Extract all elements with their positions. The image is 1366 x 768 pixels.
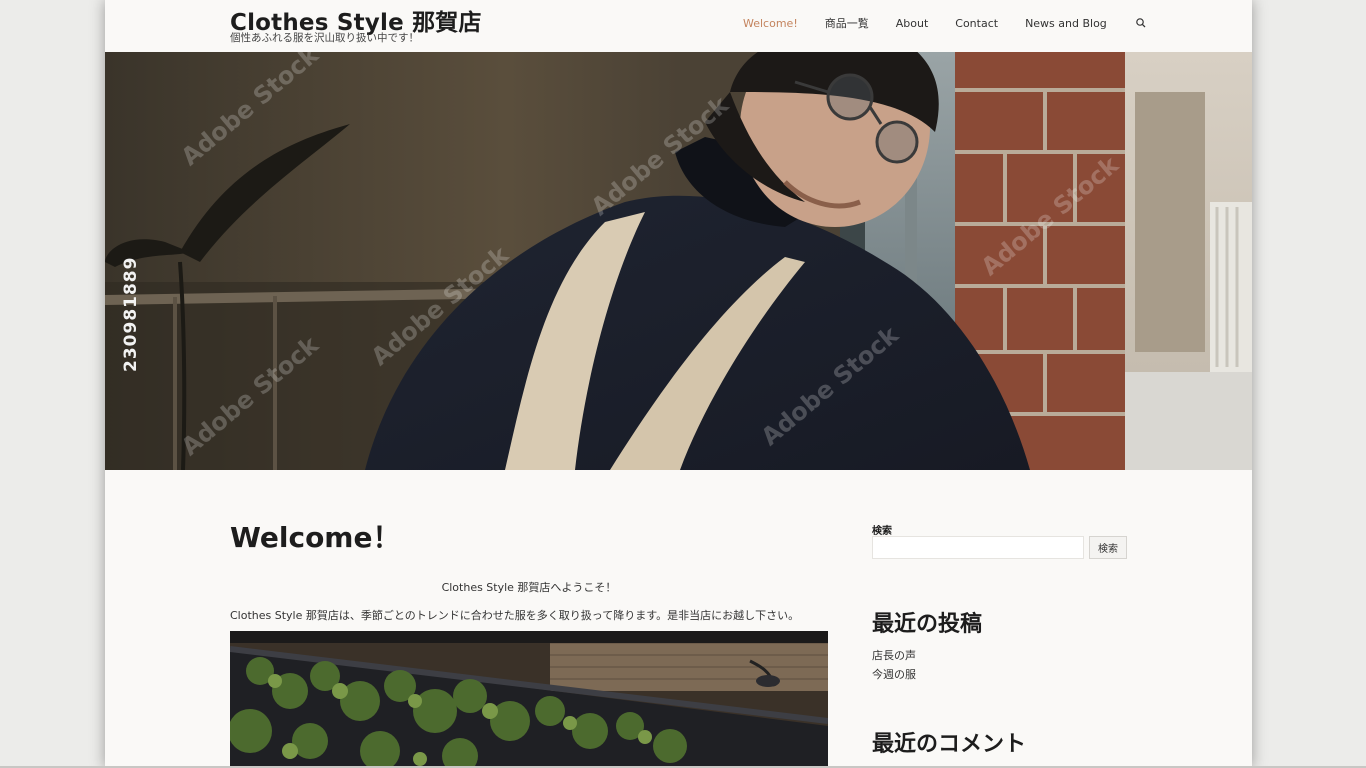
site-tagline: 個性あふれる服を沢山取り扱い中です！: [230, 32, 419, 44]
sidebar-search-button[interactable]: 検索: [1089, 536, 1127, 559]
site-header: Clothes Style 那賀店 個性あふれる服を沢山取り扱い中です！ Wel…: [105, 0, 1252, 52]
sidebar-search-input[interactable]: [872, 536, 1084, 559]
welcome-body: Clothes Style 那賀店は、季節ごとのトレンドに合わせた服を多く取り扱…: [230, 609, 800, 622]
sidebar-search-label: 検索: [872, 526, 892, 537]
recent-post-link[interactable]: 今週の服: [872, 666, 916, 682]
recent-post-link[interactable]: 店長の声: [872, 647, 916, 663]
nav-item-news-blog[interactable]: News and Blog: [1025, 17, 1107, 30]
stock-id: 230981889: [121, 256, 141, 372]
hero-image: Adobe Stock Adobe Stock Adobe Stock Adob…: [105, 52, 1252, 470]
recent-comments-heading: 最近のコメント: [872, 732, 1027, 757]
search-icon[interactable]: [1135, 17, 1147, 29]
nav-item-welcome[interactable]: Welcome!: [743, 17, 798, 30]
store-photo: [230, 631, 828, 768]
nav-item-contact[interactable]: Contact: [955, 17, 998, 30]
page: Clothes Style 那賀店 個性あふれる服を沢山取り扱い中です！ Wel…: [105, 0, 1252, 768]
welcome-intro: Clothes Style 那賀店へようこそ！: [441, 581, 617, 594]
nav-item-products[interactable]: 商品一覧: [825, 15, 869, 31]
main-nav: Welcome! 商品一覧 About Contact News and Blo…: [743, 16, 1147, 30]
page-title: Welcome！: [230, 521, 401, 554]
recent-posts-heading: 最近の投稿: [872, 612, 983, 637]
nav-item-about[interactable]: About: [896, 17, 929, 30]
